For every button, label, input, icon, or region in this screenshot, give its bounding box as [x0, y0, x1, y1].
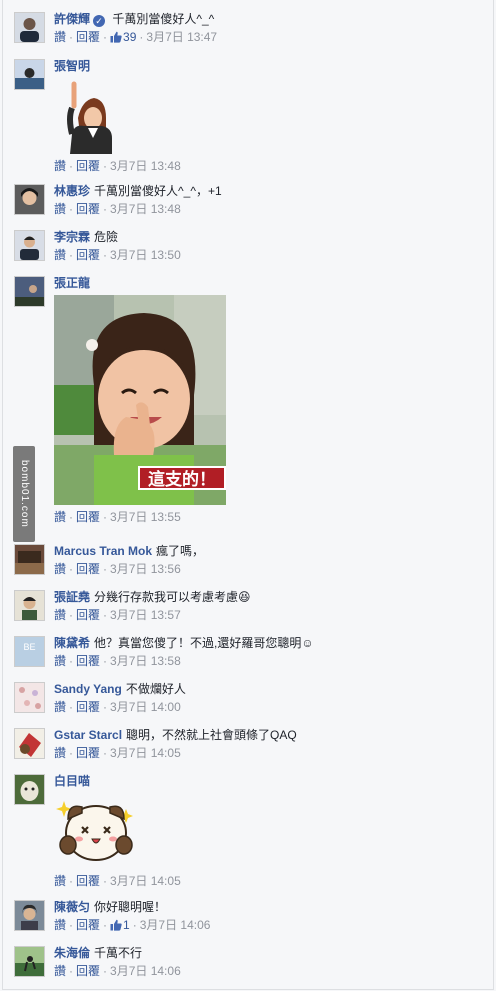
commenter-name[interactable]: 林惠珍 [54, 184, 90, 198]
comment-text: 千萬別當傻好人^_^，+1 [94, 184, 222, 198]
avatar-initials: BE [23, 642, 36, 652]
thumbs-up-icon [110, 919, 122, 931]
comment-text: 分幾行存款我可以考慮考慮😆 [94, 590, 251, 604]
like-count[interactable]: 1 [110, 918, 130, 932]
verified-badge-icon: ✓ [93, 15, 106, 27]
reply-button[interactable]: 回覆 [76, 654, 100, 668]
timestamp[interactable]: 3月7日 13:58 [110, 654, 181, 668]
like-button[interactable]: 讚 [54, 248, 66, 262]
reply-button[interactable]: 回覆 [76, 510, 100, 524]
reply-button[interactable]: 回覆 [76, 918, 100, 932]
commenter-name[interactable]: 張智明 [54, 59, 90, 73]
thumbs-up-icon [110, 31, 122, 43]
reply-button[interactable]: 回覆 [76, 608, 100, 622]
sticker-image [54, 78, 487, 157]
commenter-name[interactable]: 陳黛希 [54, 636, 90, 650]
like-button[interactable]: 讚 [54, 654, 66, 668]
commenter-name[interactable]: 朱海倫 [54, 946, 90, 960]
reply-button[interactable]: 回覆 [76, 248, 100, 262]
timestamp[interactable]: 3月7日 13:55 [110, 510, 181, 524]
commenter-name[interactable]: Marcus Tran Mok [54, 544, 152, 558]
avatar[interactable] [14, 230, 45, 261]
sticker-image [54, 793, 487, 872]
avatar[interactable] [14, 900, 45, 931]
avatar[interactable] [14, 59, 45, 90]
comment-text: 聰明，不然就上社會頭條了QAQ [126, 728, 297, 742]
timestamp[interactable]: 3月7日 14:05 [110, 874, 181, 888]
timestamp[interactable]: 3月7日 13:56 [110, 562, 181, 576]
like-button[interactable]: 讚 [54, 964, 66, 978]
timestamp[interactable]: 3月7日 13:47 [146, 30, 217, 44]
timestamp[interactable]: 3月7日 13:57 [110, 608, 181, 622]
avatar[interactable] [14, 184, 45, 215]
like-button[interactable]: 讚 [54, 202, 66, 216]
reply-button[interactable]: 回覆 [76, 964, 100, 978]
like-button[interactable]: 讚 [54, 30, 66, 44]
like-button[interactable]: 讚 [54, 562, 66, 576]
like-button[interactable]: 讚 [54, 746, 66, 760]
avatar[interactable] [14, 774, 45, 805]
timestamp[interactable]: 3月7日 14:06 [140, 918, 211, 932]
photo-caption: 這支的！ [138, 466, 226, 490]
reply-button[interactable]: 回覆 [76, 700, 100, 714]
like-button[interactable]: 讚 [54, 159, 66, 173]
reply-button[interactable]: 回覆 [76, 202, 100, 216]
timestamp[interactable]: 3月7日 14:00 [110, 700, 181, 714]
avatar[interactable] [14, 728, 45, 759]
timestamp[interactable]: 3月7日 13:48 [110, 202, 181, 216]
commenter-name[interactable]: 張証堯 [54, 590, 90, 604]
commenter-name[interactable]: 李宗霖 [54, 230, 90, 244]
like-button[interactable]: 讚 [54, 700, 66, 714]
avatar[interactable] [14, 682, 45, 713]
commenter-name[interactable]: 白目喵 [54, 774, 90, 788]
comment-text: 危險 [94, 230, 119, 244]
timestamp[interactable]: 3月7日 13:50 [110, 248, 181, 262]
commenter-name[interactable]: Gstar Starcl [54, 728, 122, 742]
comment-text: 不做爛好人 [125, 682, 186, 696]
timestamp[interactable]: 3月7日 14:06 [110, 964, 181, 978]
commenter-name[interactable]: 許傑輝 [54, 12, 90, 26]
photo-attachment[interactable]: 這支的！ [54, 295, 487, 508]
like-button[interactable]: 讚 [54, 918, 66, 932]
site-watermark: bomb01.com [13, 446, 35, 542]
avatar[interactable] [14, 946, 45, 977]
like-button[interactable]: 讚 [54, 874, 66, 888]
avatar[interactable]: BE [14, 636, 45, 667]
reply-button[interactable]: 回覆 [76, 874, 100, 888]
avatar[interactable] [14, 590, 45, 621]
avatar[interactable] [14, 12, 45, 43]
commenter-name[interactable]: 張正龍 [54, 276, 90, 290]
reply-button[interactable]: 回覆 [76, 746, 100, 760]
comment-text: 瘋了嗎， [156, 544, 205, 558]
commenter-name[interactable]: Sandy Yang [54, 682, 122, 696]
commenter-name[interactable]: 陳薇匀 [54, 900, 90, 914]
like-button[interactable]: 讚 [54, 608, 66, 622]
like-button[interactable]: 讚 [54, 510, 66, 524]
avatar[interactable] [14, 276, 45, 307]
comment-text: 他？真當您傻了！不過,還好羅哥您聰明☺ [94, 636, 314, 650]
comment-text: 你好聰明喔！ [94, 900, 167, 914]
reply-button[interactable]: 回覆 [76, 562, 100, 576]
timestamp[interactable]: 3月7日 14:05 [110, 746, 181, 760]
timestamp[interactable]: 3月7日 13:48 [110, 159, 181, 173]
reply-button[interactable]: 回覆 [76, 30, 100, 44]
comment-text: 千萬不行 [94, 946, 143, 960]
like-count[interactable]: 39 [110, 30, 136, 44]
reply-button[interactable]: 回覆 [76, 159, 100, 173]
comment-text: 千萬別當傻好人^_^ [112, 12, 215, 26]
avatar[interactable] [14, 544, 45, 575]
comment-thread: 許傑輝 ✓ 千萬別當傻好人^_^ 讚 · 回覆 · 39 · 3月7日 13:47 張智明 [2, 0, 494, 990]
